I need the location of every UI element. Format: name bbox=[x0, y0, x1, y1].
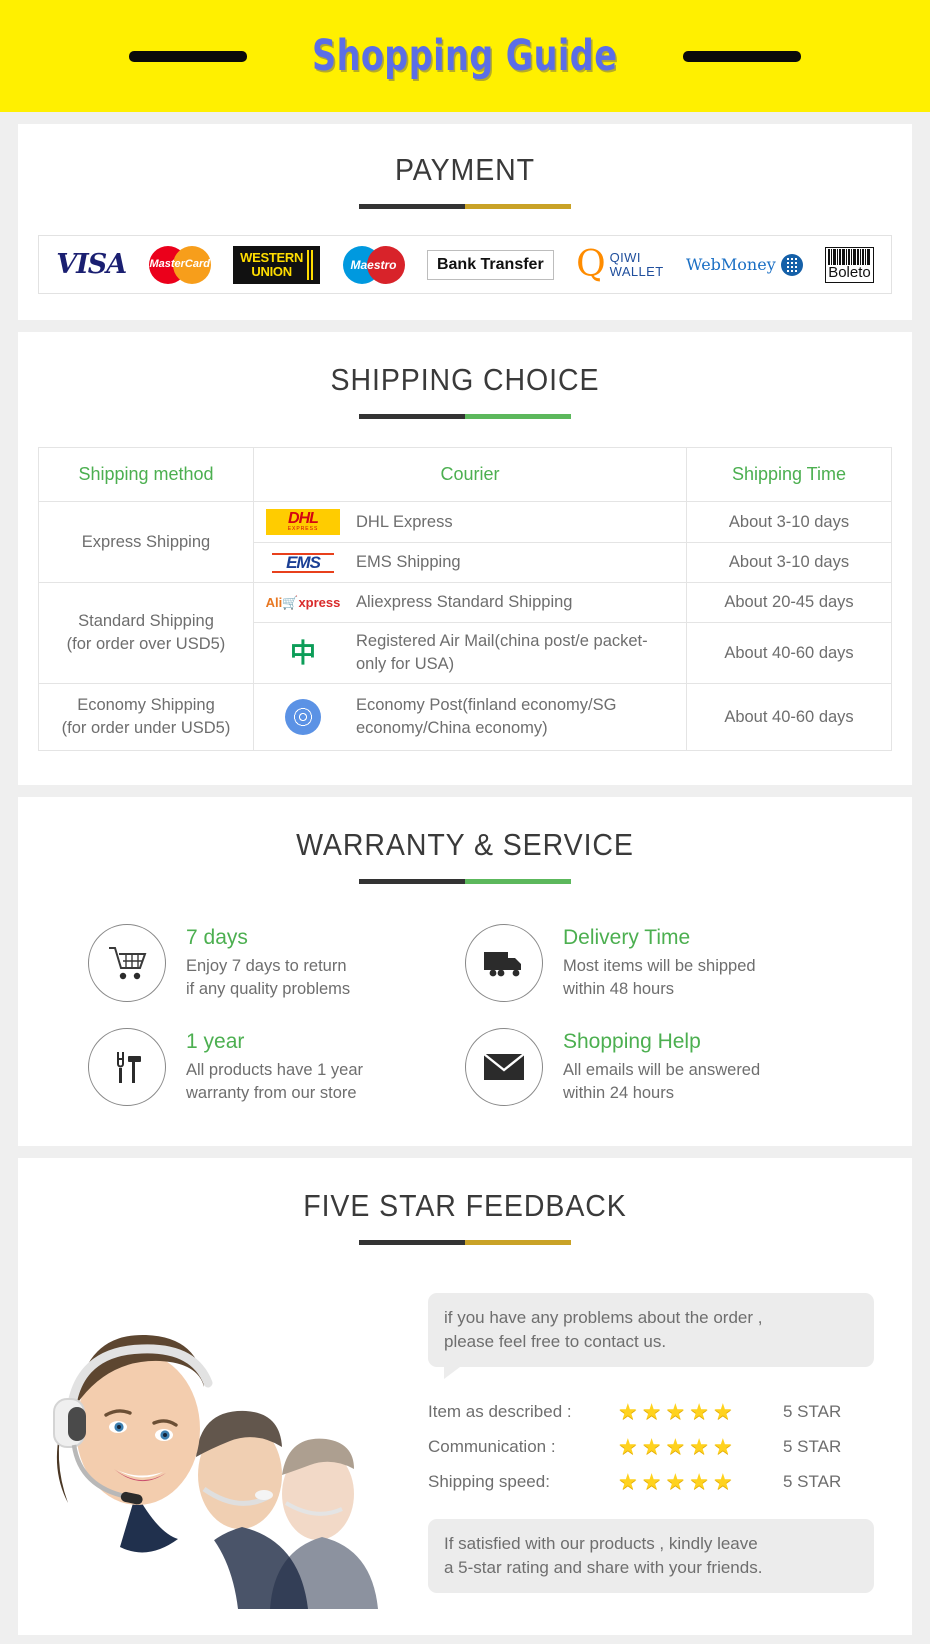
warranty-section: WARRANTY & SERVICE 7 days Enjoy 7 days t… bbox=[18, 797, 912, 1146]
ems-logo: EMS bbox=[264, 552, 342, 573]
shipping-time: About 3-10 days bbox=[686, 542, 892, 583]
rating-row: Communication : ★ ★ ★ ★ ★ 5 STAR bbox=[428, 1436, 874, 1458]
visa-logo: VISA bbox=[56, 249, 127, 280]
table-header-row: Shipping method Courier Shipping Time bbox=[38, 447, 892, 502]
feature-line-1: Enjoy 7 days to return bbox=[186, 957, 347, 975]
table-row: Economy Shipping (for order under USD5) … bbox=[38, 683, 892, 751]
maestro-logo: Maestro bbox=[342, 245, 405, 284]
courier-cell: Ali🛒xpress Aliexpress Standard Shipping bbox=[253, 582, 687, 623]
table-row: Express Shipping DHL EXPRESS DHL Express bbox=[38, 501, 892, 583]
feedback-section: FIVE STAR FEEDBACK if you have any probl… bbox=[18, 1158, 912, 1635]
shipping-time: About 20-45 days bbox=[686, 582, 892, 623]
bank-transfer-logo: Bank Transfer bbox=[426, 249, 554, 280]
shipping-time: About 3-10 days bbox=[686, 501, 892, 543]
banner-rule-left bbox=[129, 50, 248, 62]
rating-value: 5 STAR bbox=[783, 1437, 842, 1456]
table-row: Standard Shipping (for order over USD5) … bbox=[38, 582, 892, 684]
china-post-logo: 中 bbox=[289, 638, 316, 668]
rating-row: Shipping speed: ★ ★ ★ ★ ★ 5 STAR bbox=[428, 1471, 874, 1493]
ratings-list: Item as described : ★ ★ ★ ★ ★ 5 STAR Communi… bbox=[428, 1401, 874, 1493]
shipping-heading-rule bbox=[359, 414, 571, 419]
star-rating-icons: ★ ★ ★ ★ ★ bbox=[618, 1469, 733, 1494]
feedback-heading: FIVE STAR FEEDBACK bbox=[303, 1188, 627, 1223]
feature-shopping-help: Shopping Help All emails will be answere… bbox=[465, 1028, 842, 1106]
shipping-method-economy: Economy Shipping (for order under USD5) bbox=[38, 683, 254, 751]
column-header-method: Shipping method bbox=[38, 447, 254, 502]
courier-name: Economy Post(finland economy/SG economy/… bbox=[356, 696, 617, 737]
star-rating-icons: ★ ★ ★ ★ ★ bbox=[618, 1399, 733, 1424]
rating-row: Item as described : ★ ★ ★ ★ ★ 5 STAR bbox=[428, 1401, 874, 1423]
feature-line-2: within 24 hours bbox=[563, 1084, 674, 1102]
shipping-heading: SHIPPING CHOICE bbox=[330, 362, 600, 397]
shipping-time: About 40-60 days bbox=[686, 622, 892, 684]
page-banner: Shopping Guide bbox=[0, 0, 930, 112]
payment-section: PAYMENT VISA MasterCard WESTERN UNION Ma… bbox=[18, 124, 912, 320]
feature-delivery-time: Delivery Time Most items will be shipped… bbox=[465, 924, 842, 1002]
column-header-courier: Courier bbox=[253, 447, 687, 502]
rating-label: Communication : bbox=[428, 1437, 556, 1456]
un-globe-logo bbox=[264, 699, 342, 735]
payment-heading: PAYMENT bbox=[394, 152, 536, 187]
courier-name: EMS Shipping bbox=[356, 553, 461, 571]
envelope-icon bbox=[465, 1028, 543, 1106]
feature-title: Shopping Help bbox=[563, 1030, 701, 1053]
boleto-logo: Boleto bbox=[825, 246, 874, 283]
feedback-top-bubble: if you have any problems about the order… bbox=[428, 1293, 874, 1379]
support-team-photo bbox=[18, 1279, 418, 1609]
tools-icon bbox=[88, 1028, 166, 1106]
warranty-heading-rule bbox=[359, 879, 571, 884]
delivery-truck-icon bbox=[465, 924, 543, 1002]
shipping-table: Shipping method Courier Shipping Time Ex… bbox=[38, 447, 892, 751]
feature-line-1: All products have 1 year bbox=[186, 1061, 364, 1079]
feature-7-days: 7 days Enjoy 7 days to return if any qua… bbox=[88, 924, 465, 1002]
feature-title: Delivery Time bbox=[563, 926, 691, 949]
feature-line-2: if any quality problems bbox=[186, 980, 351, 998]
shipping-method-standard: Standard Shipping (for order over USD5) bbox=[38, 582, 254, 684]
courier-name: DHL Express bbox=[356, 512, 453, 531]
rating-value: 5 STAR bbox=[783, 1472, 842, 1491]
feature-line-2: warranty from our store bbox=[186, 1084, 357, 1102]
feature-line-1: Most items will be shipped bbox=[563, 957, 756, 975]
feature-line-1: All emails will be answered bbox=[563, 1061, 761, 1079]
dhl-logo: DHL EXPRESS bbox=[264, 509, 342, 535]
courier-cell: 中 Registered Air Mail(china post/e packe… bbox=[253, 622, 687, 684]
webmoney-globe-icon bbox=[780, 253, 803, 276]
courier-cell: DHL EXPRESS DHL Express bbox=[253, 501, 687, 543]
payment-heading-rule bbox=[359, 204, 571, 209]
banner-rule-right bbox=[682, 50, 801, 62]
shipping-section: SHIPPING CHOICE Shipping method Courier … bbox=[18, 332, 912, 785]
star-rating-icons: ★ ★ ★ ★ ★ bbox=[618, 1434, 733, 1459]
shipping-time: About 40-60 days bbox=[686, 683, 892, 751]
western-union-logo: WESTERN UNION bbox=[233, 245, 321, 284]
feature-title: 1 year bbox=[186, 1030, 245, 1053]
shipping-method-express: Express Shipping bbox=[38, 501, 254, 583]
feature-title: 7 days bbox=[186, 926, 248, 949]
rating-value: 5 STAR bbox=[783, 1402, 842, 1421]
warranty-heading: WARRANTY & SERVICE bbox=[296, 827, 634, 862]
page-title: Shopping Guide bbox=[312, 31, 618, 81]
mastercard-logo: MasterCard bbox=[148, 245, 211, 284]
shopping-cart-icon bbox=[88, 924, 166, 1002]
rating-label: Item as described : bbox=[428, 1402, 572, 1421]
courier-name: Registered Air Mail(china post/e packet-… bbox=[356, 632, 648, 673]
courier-cell: Economy Post(finland economy/SG economy/… bbox=[253, 683, 687, 751]
payment-logo-strip: VISA MasterCard WESTERN UNION Maestro Ba… bbox=[38, 235, 892, 294]
aliexpress-logo: Ali🛒xpress bbox=[265, 594, 341, 610]
courier-name: Aliexpress Standard Shipping bbox=[356, 593, 573, 611]
webmoney-logo: WebMoney bbox=[686, 253, 803, 276]
feature-line-2: within 48 hours bbox=[563, 980, 674, 998]
qiwi-wallet-logo: Q QIWI WALLET bbox=[576, 243, 664, 285]
feedback-bottom-bubble: If satisfied with our products , kindly … bbox=[428, 1519, 874, 1593]
shopping-guide-page: Shopping Guide PAYMENT VISA MasterCard W… bbox=[0, 0, 930, 1644]
courier-cell: EMS EMS Shipping bbox=[253, 542, 687, 583]
column-header-time: Shipping Time bbox=[686, 447, 892, 502]
rating-label: Shipping speed: bbox=[428, 1472, 550, 1491]
feedback-heading-rule bbox=[359, 1240, 571, 1245]
feature-1-year: 1 year All products have 1 year warranty… bbox=[88, 1028, 465, 1106]
